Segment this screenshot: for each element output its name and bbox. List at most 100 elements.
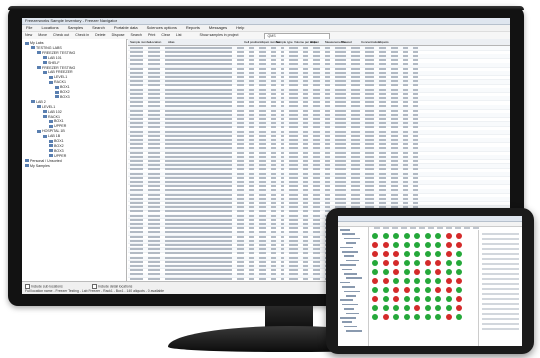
tablet-tree-node[interactable] xyxy=(344,308,354,310)
plate-well[interactable] xyxy=(424,251,431,257)
plate-well[interactable] xyxy=(403,278,410,284)
menu-item[interactable]: Reports xyxy=(186,25,200,31)
tablet-tree-node[interactable] xyxy=(344,255,354,257)
plate-well[interactable] xyxy=(393,314,399,320)
column-header[interactable]: Sample number xyxy=(130,39,151,45)
plate-well[interactable] xyxy=(456,287,462,293)
tablet-tree-node[interactable] xyxy=(342,233,355,235)
plate-well[interactable] xyxy=(372,296,378,302)
plate-well[interactable] xyxy=(403,314,410,320)
plate-well[interactable] xyxy=(424,242,431,248)
tablet-tree-node[interactable] xyxy=(340,299,353,301)
column-header[interactable]: Cell position xyxy=(244,39,260,45)
tablet-tree-node[interactable] xyxy=(340,281,350,284)
tree-node[interactable]: BOX2 xyxy=(55,90,70,94)
column-header[interactable]: Location xyxy=(150,39,161,45)
plate-well[interactable] xyxy=(414,287,420,293)
plate-well[interactable] xyxy=(445,269,452,275)
tablet-tree-node[interactable] xyxy=(342,303,358,306)
tree-node[interactable]: RACK1 xyxy=(43,115,60,119)
plate-well[interactable] xyxy=(414,251,420,257)
plate-well[interactable] xyxy=(456,314,462,320)
plate-well[interactable] xyxy=(435,233,441,239)
plate-well[interactable] xyxy=(445,242,452,248)
plate-well[interactable] xyxy=(435,296,441,302)
plate-well[interactable] xyxy=(456,278,462,284)
menu-item[interactable]: Messages xyxy=(209,25,227,31)
tablet-tree-node[interactable] xyxy=(340,264,356,266)
plate-well[interactable] xyxy=(435,305,441,311)
plate-well[interactable] xyxy=(403,296,410,302)
plate-well[interactable] xyxy=(456,233,462,239)
plate-well[interactable] xyxy=(382,287,389,293)
plate-well[interactable] xyxy=(424,278,431,284)
location-tree[interactable]: My Labs TESTING LABS FREEZER TESTING LAB 10… xyxy=(22,39,127,282)
tablet-tree-node[interactable] xyxy=(344,290,360,293)
plate-well[interactable] xyxy=(424,269,431,275)
column-header[interactable]: Aliquots xyxy=(378,39,389,45)
plate-well[interactable] xyxy=(372,314,378,320)
plate-well[interactable] xyxy=(414,233,420,239)
plate-well[interactable] xyxy=(403,251,410,257)
plate-well[interactable] xyxy=(445,278,452,284)
plate-well[interactable] xyxy=(435,287,441,293)
plate-well[interactable] xyxy=(382,233,389,239)
plate-well[interactable] xyxy=(414,278,420,284)
tree-node[interactable]: LAB 1B xyxy=(43,134,60,138)
plate-well[interactable] xyxy=(372,251,378,257)
tablet-tree-node[interactable] xyxy=(342,286,355,288)
plate-well[interactable] xyxy=(424,296,431,302)
plate-well[interactable] xyxy=(414,269,420,275)
tree-node[interactable]: BOX1 xyxy=(49,139,64,143)
plate-well[interactable] xyxy=(403,269,410,275)
tree-node[interactable]: FREEZER TESTING xyxy=(37,66,75,70)
plate-well[interactable] xyxy=(445,305,452,311)
toolbar-button[interactable]: Move xyxy=(38,32,47,39)
plate-well[interactable] xyxy=(393,269,399,275)
tree-node[interactable]: UPPER xyxy=(49,124,66,128)
plate-well[interactable] xyxy=(445,233,452,239)
tree-node[interactable]: LAB 101 xyxy=(43,56,62,60)
plate-well[interactable] xyxy=(445,287,452,293)
menu-item[interactable]: Samples xyxy=(68,25,84,31)
tablet-tree-node[interactable] xyxy=(346,312,359,315)
menu-item[interactable]: Portable data xyxy=(114,25,138,31)
column-header[interactable]: Thawed xyxy=(341,39,352,45)
tree-node[interactable]: LAB 2 xyxy=(31,100,46,104)
column-header[interactable]: Units xyxy=(310,39,317,45)
plate-well[interactable] xyxy=(403,260,410,266)
tree-node[interactable]: BOX1 xyxy=(49,119,64,123)
tablet-tree-node[interactable] xyxy=(342,251,358,253)
toolbar-button[interactable]: New xyxy=(25,32,32,39)
tablet-tree-node[interactable] xyxy=(346,330,362,332)
plate-well[interactable] xyxy=(393,260,399,266)
plate-well[interactable] xyxy=(403,233,410,239)
plate-well[interactable] xyxy=(382,269,389,275)
tree-node[interactable]: My Samples xyxy=(25,164,50,168)
tablet-tree-node[interactable] xyxy=(346,277,362,279)
plate-well[interactable] xyxy=(435,269,441,275)
toolbar-button[interactable]: Delete xyxy=(95,32,105,39)
plate-well[interactable] xyxy=(456,260,462,266)
plate-well[interactable] xyxy=(435,251,441,257)
plate-well[interactable] xyxy=(424,314,431,320)
plate-well[interactable] xyxy=(372,242,378,248)
tablet-tree-node[interactable] xyxy=(340,229,350,231)
plate-well[interactable] xyxy=(382,305,389,311)
column-header[interactable]: Concentration xyxy=(361,39,380,45)
plate-well[interactable] xyxy=(382,260,389,266)
column-header[interactable]: Sample type xyxy=(276,39,293,45)
plate-well[interactable] xyxy=(382,251,389,257)
plate-well[interactable] xyxy=(445,260,452,266)
tree-node[interactable]: LEVEL1 xyxy=(49,75,67,79)
plate-well[interactable] xyxy=(456,242,462,248)
tree-node[interactable]: BOX2 xyxy=(49,144,64,148)
plate-well[interactable] xyxy=(435,260,441,266)
tablet-tree-node[interactable] xyxy=(344,237,360,240)
plate-well[interactable] xyxy=(382,314,389,320)
tablet-tree-node[interactable] xyxy=(346,295,356,297)
plate-well[interactable] xyxy=(435,278,441,284)
plate-well[interactable] xyxy=(403,287,410,293)
tablet-tree-node[interactable] xyxy=(346,242,356,244)
plate-well[interactable] xyxy=(445,314,452,320)
